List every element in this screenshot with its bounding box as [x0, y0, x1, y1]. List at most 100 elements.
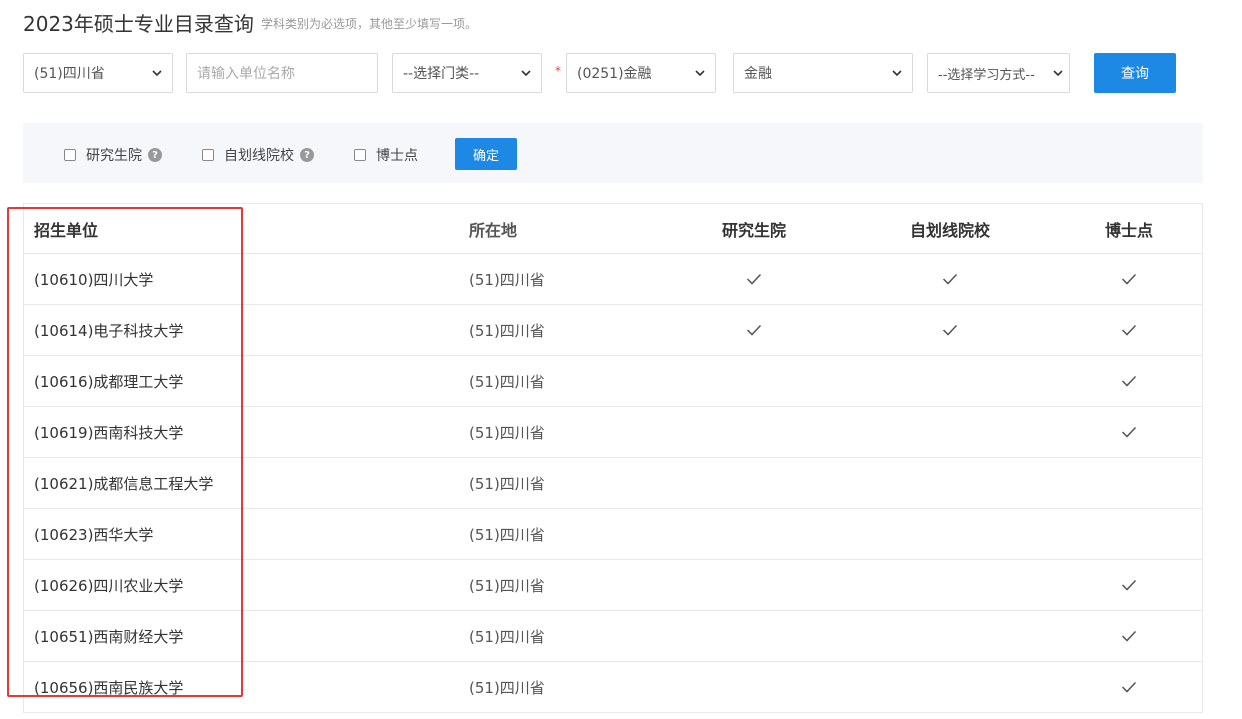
doctoral-cell — [1079, 458, 1179, 508]
self-line-cell — [900, 305, 1000, 355]
check-icon — [942, 324, 958, 336]
check-icon — [1121, 324, 1137, 336]
doctoral-cell — [1079, 509, 1179, 559]
chevron-down-icon — [1053, 70, 1063, 77]
chevron-down-icon — [892, 70, 902, 77]
self-line-cell — [900, 560, 1000, 610]
check-icon — [1121, 426, 1137, 438]
graduate-school-cell — [704, 509, 804, 559]
checkbox-box[interactable] — [202, 149, 214, 161]
category-select-value: --选择门类-- — [403, 66, 480, 82]
check-icon — [1121, 579, 1137, 591]
help-icon[interactable]: ? — [148, 148, 162, 162]
checkbox-box[interactable] — [64, 149, 76, 161]
unit-location: (51)四川省 — [469, 423, 545, 442]
unit-name-input[interactable]: 请输入单位名称 — [186, 53, 378, 93]
unit-name-link[interactable]: (10623)西华大学 — [34, 509, 153, 559]
results-table: 招生单位 所在地 研究生院 自划线院校 博士点 (10610)四川大学 (51)四… — [23, 203, 1203, 713]
table-row: (10614)电子科技大学 (51)四川省 — [24, 305, 1202, 356]
unit-location: (51)四川省 — [469, 474, 545, 493]
chevron-down-icon — [152, 70, 162, 77]
table-header-row: 招生单位 所在地 研究生院 自划线院校 博士点 — [24, 204, 1202, 254]
doctoral-checkbox[interactable]: 博士点 — [354, 145, 418, 165]
unit-location: (51)四川省 — [469, 525, 545, 544]
unit-location: (51)四川省 — [469, 627, 545, 646]
table-row: (10656)西南民族大学 (51)四川省 — [24, 662, 1202, 713]
category-select[interactable]: --选择门类-- — [392, 53, 542, 93]
query-button[interactable]: 查询 — [1094, 53, 1176, 93]
unit-name-link[interactable]: (10614)电子科技大学 — [34, 305, 183, 355]
self-line-label: 自划线院校 — [224, 148, 294, 164]
page-title: 2023年硕士专业目录查询 — [23, 12, 254, 36]
province-select[interactable]: (51)四川省 — [23, 53, 173, 93]
check-icon — [1121, 681, 1137, 693]
graduate-school-cell — [704, 305, 804, 355]
check-icon — [1121, 630, 1137, 642]
table-row: (10616)成都理工大学 (51)四川省 — [24, 356, 1202, 407]
check-icon — [942, 273, 958, 285]
table-row: (10619)西南科技大学 (51)四川省 — [24, 407, 1202, 458]
unit-name-placeholder: 请输入单位名称 — [197, 66, 295, 82]
doctoral-cell — [1079, 662, 1179, 712]
header-self-line[interactable]: 自划线院校 — [900, 204, 1000, 253]
unit-location: (51)四川省 — [469, 576, 545, 595]
graduate-school-cell — [704, 458, 804, 508]
graduate-school-checkbox[interactable]: 研究生院 ? — [64, 145, 162, 165]
unit-name-link[interactable]: (10610)四川大学 — [34, 254, 153, 304]
graduate-school-label: 研究生院 — [86, 148, 142, 164]
self-line-cell — [900, 611, 1000, 661]
self-line-cell — [900, 356, 1000, 406]
checkbox-box[interactable] — [354, 149, 366, 161]
unit-name-link[interactable]: (10651)西南财经大学 — [34, 611, 183, 661]
unit-location: (51)四川省 — [469, 270, 545, 289]
unit-location: (51)四川省 — [469, 678, 545, 697]
required-mark: * — [555, 64, 561, 78]
table-row: (10626)四川农业大学 (51)四川省 — [24, 560, 1202, 611]
major-select[interactable]: 金融 — [733, 53, 913, 93]
doctoral-cell — [1079, 611, 1179, 661]
unit-name-link[interactable]: (10616)成都理工大学 — [34, 356, 183, 406]
study-mode-select[interactable]: --选择学习方式-- — [927, 53, 1070, 93]
province-select-value: (51)四川省 — [34, 66, 105, 82]
doctoral-cell — [1079, 305, 1179, 355]
unit-name-link[interactable]: (10619)西南科技大学 — [34, 407, 183, 457]
doctoral-cell — [1079, 407, 1179, 457]
self-line-checkbox[interactable]: 自划线院校 ? — [202, 145, 314, 165]
unit-name-link[interactable]: (10626)四川农业大学 — [34, 560, 183, 610]
graduate-school-cell — [704, 407, 804, 457]
unit-name-link[interactable]: (10656)西南民族大学 — [34, 662, 183, 712]
filter-bar: 研究生院 ? 自划线院校 ? 博士点 确定 — [23, 123, 1203, 183]
graduate-school-cell — [704, 254, 804, 304]
doctoral-cell — [1079, 356, 1179, 406]
check-icon — [1121, 375, 1137, 387]
self-line-cell — [900, 407, 1000, 457]
header-unit[interactable]: 招生单位 — [34, 204, 98, 253]
graduate-school-cell — [704, 356, 804, 406]
unit-name-link[interactable]: (10621)成都信息工程大学 — [34, 458, 213, 508]
graduate-school-cell — [704, 662, 804, 712]
header-doctoral[interactable]: 博士点 — [1079, 204, 1179, 253]
help-icon[interactable]: ? — [300, 148, 314, 162]
graduate-school-cell — [704, 611, 804, 661]
study-mode-select-value: --选择学习方式-- — [938, 67, 1035, 83]
subject-select-value: (0251)金融 — [577, 66, 652, 82]
doctoral-label: 博士点 — [376, 148, 418, 164]
self-line-cell — [900, 662, 1000, 712]
table-row: (10651)西南财经大学 (51)四川省 — [24, 611, 1202, 662]
table-row: (10621)成都信息工程大学 (51)四川省 — [24, 458, 1202, 509]
check-icon — [1121, 273, 1137, 285]
subject-select[interactable]: (0251)金融 — [566, 53, 716, 93]
doctoral-cell — [1079, 560, 1179, 610]
page-subtitle: 学科类别为必选项，其他至少填写一项。 — [261, 17, 478, 31]
major-select-value: 金融 — [744, 66, 772, 82]
doctoral-cell — [1079, 254, 1179, 304]
chevron-down-icon — [521, 70, 531, 77]
self-line-cell — [900, 509, 1000, 559]
table-row: (10623)西华大学 (51)四川省 — [24, 509, 1202, 560]
check-icon — [746, 273, 762, 285]
header-location[interactable]: 所在地 — [469, 204, 517, 253]
graduate-school-cell — [704, 560, 804, 610]
header-graduate-school[interactable]: 研究生院 — [704, 204, 804, 253]
confirm-button[interactable]: 确定 — [455, 138, 517, 170]
chevron-down-icon — [695, 70, 705, 77]
